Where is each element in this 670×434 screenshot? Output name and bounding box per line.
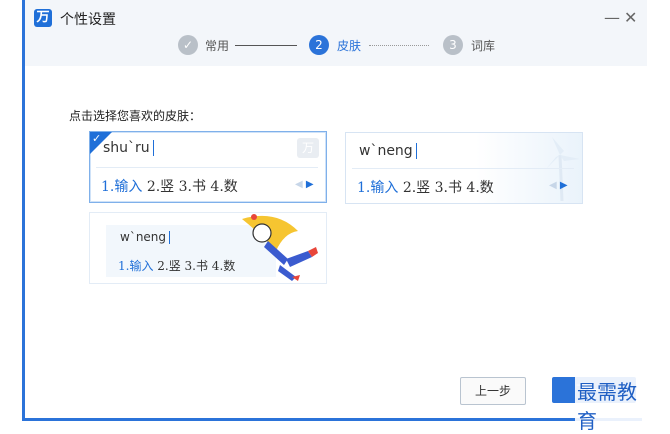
title-bar: 万 个性设置 — ✕ ✓ 常用 2 皮肤 3 词库	[25, 0, 647, 66]
page-arrows-icon: ◀ ▶	[295, 179, 314, 190]
step-indicator: ✓ 常用 2 皮肤 3 词库	[25, 35, 647, 57]
window-border-bottom	[22, 418, 642, 421]
divider	[96, 167, 318, 168]
step-number-3: 3	[443, 35, 463, 55]
minimize-button[interactable]: —	[604, 8, 620, 27]
step-label-dict: 词库	[471, 39, 496, 53]
flying-character-illustration-icon	[242, 214, 318, 281]
divider	[352, 168, 574, 169]
checkmark-icon: ✓	[92, 132, 102, 145]
close-button[interactable]: ✕	[624, 8, 637, 27]
page-arrows-icon: ◀ ▶	[549, 180, 568, 191]
step-done-check-icon: ✓	[178, 35, 198, 55]
candidate-list: 1.输入 2.竖 3.书 4.数	[357, 180, 494, 196]
prev-step-button[interactable]: 上一步	[460, 377, 526, 405]
step-connector	[369, 45, 429, 46]
step-label-common: 常用	[205, 39, 230, 53]
app-logo-icon: 万	[297, 138, 319, 158]
candidate-list: 1.输入 2.竖 3.书 4.数	[101, 179, 238, 195]
settings-window: 万 个性设置 — ✕ ✓ 常用 2 皮肤 3 词库 点击选择您喜欢的皮肤： ✓ …	[25, 0, 647, 434]
pinyin-input: w`neng	[120, 230, 171, 244]
app-logo-icon: 万	[34, 9, 52, 27]
skin-option-cartoon[interactable]: w`neng 1.输入 2.竖 3.书 4.数	[89, 212, 327, 284]
step-number-2: 2	[309, 35, 329, 55]
watermark-text: 最需教育	[575, 376, 647, 434]
skin-prompt: 点击选择您喜欢的皮肤：	[69, 109, 202, 123]
pinyin-input: w`neng	[359, 143, 417, 159]
pinyin-input: shu`ru	[103, 140, 154, 156]
candidate-list: 1.输入 2.竖 3.书 4.数	[118, 259, 236, 273]
step-label-skin: 皮肤	[337, 39, 362, 53]
skin-option-light-blue[interactable]: w`neng 1.输入 2.竖 3.书 4.数 ◀ ▶	[345, 132, 583, 204]
step-connector	[235, 45, 297, 46]
skin-option-default[interactable]: ✓ 万 shu`ru 1.输入 2.竖 3.书 4.数 ◀ ▶	[89, 131, 327, 203]
window-title: 个性设置	[60, 12, 116, 28]
